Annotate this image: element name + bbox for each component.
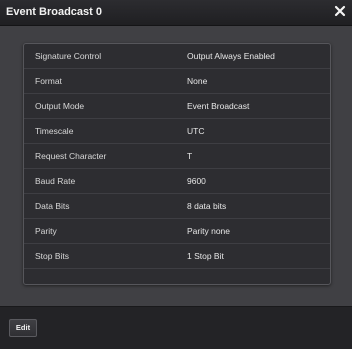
setting-row-data-bits: Data Bits 8 data bits <box>24 194 330 219</box>
setting-label: Output Mode <box>35 101 85 111</box>
setting-value: Event Broadcast <box>187 101 250 111</box>
setting-row-timescale: Timescale UTC <box>24 119 330 144</box>
setting-row-parity: Parity Parity none <box>24 219 330 244</box>
close-icon[interactable] <box>332 2 348 20</box>
setting-label: Data Bits <box>35 201 70 211</box>
dialog-title: Event Broadcast 0 <box>6 6 102 18</box>
dialog-body: Signature Control Output Always Enabled … <box>0 26 352 306</box>
setting-row-output-mode: Output Mode Event Broadcast <box>24 94 330 119</box>
setting-row-format: Format None <box>24 69 330 94</box>
setting-label: Parity <box>35 226 57 236</box>
settings-panel: Signature Control Output Always Enabled … <box>23 43 331 285</box>
event-broadcast-dialog: Event Broadcast 0 Signature Control Outp… <box>0 0 352 349</box>
edit-button[interactable]: Edit <box>9 319 37 337</box>
setting-value: 1 Stop Bit <box>187 251 224 261</box>
setting-label: Format <box>35 76 62 86</box>
setting-value: Output Always Enabled <box>187 51 275 61</box>
setting-row-baud-rate: Baud Rate 9600 <box>24 169 330 194</box>
setting-label: Stop Bits <box>35 251 70 261</box>
setting-value: None <box>187 76 208 86</box>
setting-row-request-character: Request Character T <box>24 144 330 169</box>
setting-label: Timescale <box>35 126 74 136</box>
dialog-titlebar: Event Broadcast 0 <box>0 0 352 26</box>
setting-value: UTC <box>187 126 205 136</box>
setting-value: Parity none <box>187 226 230 236</box>
setting-value: 9600 <box>187 176 206 186</box>
setting-row-signature-control: Signature Control Output Always Enabled <box>24 44 330 69</box>
setting-label: Request Character <box>35 151 107 161</box>
setting-row-stop-bits: Stop Bits 1 Stop Bit <box>24 244 330 269</box>
dialog-footer: Edit <box>0 306 352 349</box>
setting-value: 8 data bits <box>187 201 227 211</box>
setting-label: Baud Rate <box>35 176 76 186</box>
setting-label: Signature Control <box>35 51 102 61</box>
setting-value: T <box>187 151 193 161</box>
